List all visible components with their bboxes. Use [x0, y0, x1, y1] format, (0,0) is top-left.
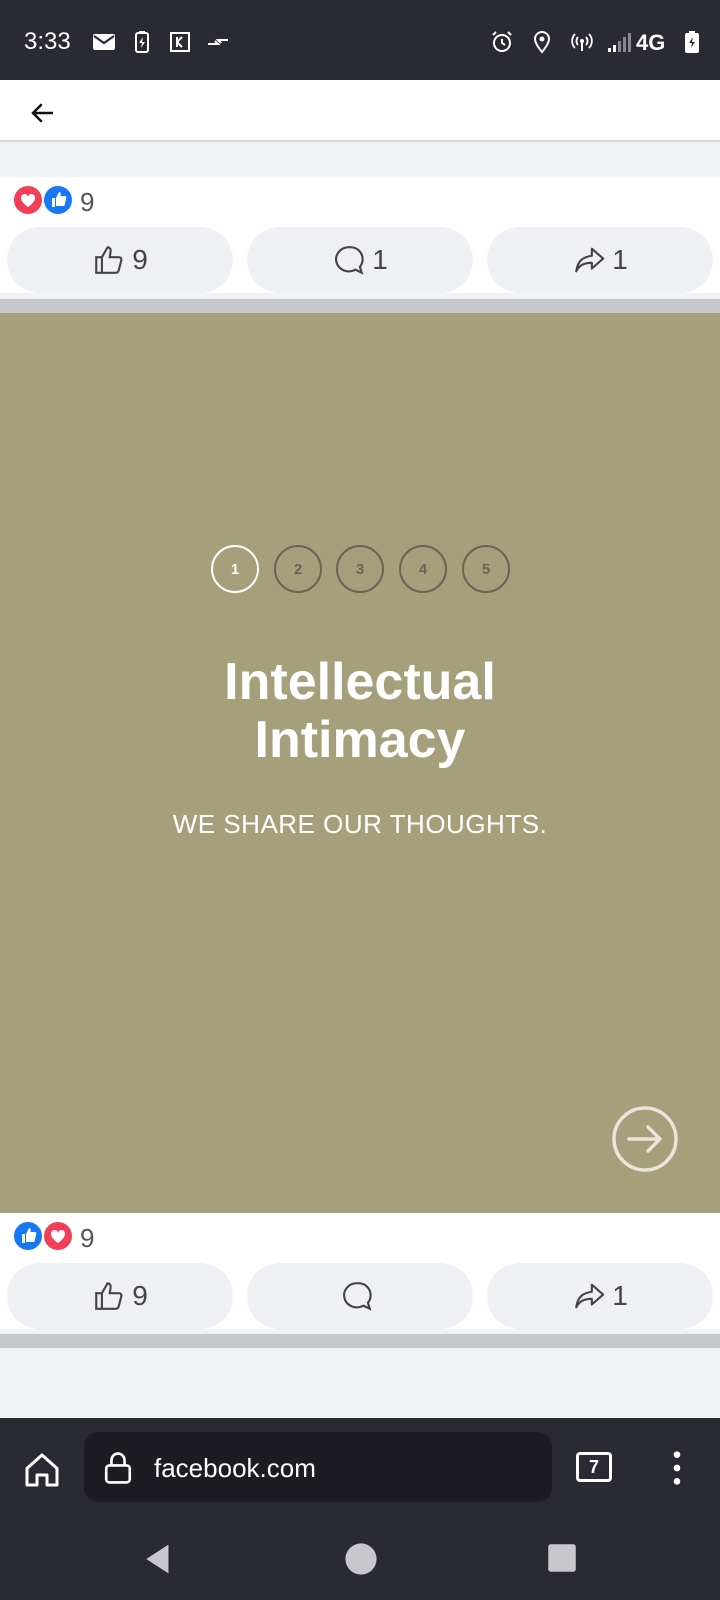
k-app-icon: [170, 32, 190, 52]
post1-like-button[interactable]: 9: [7, 227, 233, 293]
headline-line1: Intellectual: [224, 653, 496, 711]
post1-actions: 9 1 1: [0, 223, 720, 293]
post1-like-count: 9: [132, 244, 148, 275]
post2-share-button[interactable]: 1: [487, 1263, 713, 1329]
like-reaction-icon: [12, 1220, 44, 1252]
location-icon: [533, 30, 551, 54]
mail-icon: [93, 34, 115, 50]
tab-count: 7: [588, 1456, 599, 1477]
carousel-subtitle: WE SHARE OUR THOUGHTS.: [172, 809, 548, 839]
status-time: 3:33: [24, 28, 71, 55]
signal-icon: [608, 33, 631, 52]
nav-home-icon[interactable]: [344, 1542, 378, 1576]
nav-back-icon[interactable]: [142, 1542, 174, 1576]
carousel-step-5[interactable]: 5: [462, 545, 510, 593]
address-text: facebook.com: [154, 1453, 316, 1483]
system-nav-bar: [0, 1522, 720, 1600]
feed-gap: [0, 142, 720, 177]
post-divider: [0, 1334, 720, 1348]
post2-reaction-count: 9: [80, 1223, 95, 1253]
post2-like-button[interactable]: 9: [7, 1263, 233, 1329]
more-menu-icon[interactable]: [660, 1448, 694, 1488]
post1-reactions[interactable]: 9: [0, 177, 720, 227]
address-bar[interactable]: facebook.com: [84, 1432, 552, 1502]
carousel-step-1[interactable]: 1: [211, 545, 259, 593]
arrow-right-circle-icon[interactable]: [611, 1105, 679, 1173]
network-type: 4G: [636, 30, 666, 55]
post1-share-button[interactable]: 1: [487, 227, 713, 293]
carousel-step-4[interactable]: 4: [399, 545, 447, 593]
lock-icon: [104, 1452, 132, 1484]
carousel-card[interactable]: 1 2 3 4 5 Intellectual Intimacy WE SHARE…: [0, 313, 720, 1213]
comment-icon: [335, 246, 364, 275]
carousel-headline: Intellectual Intimacy: [0, 653, 720, 769]
hotspot-icon: [571, 33, 593, 51]
top-bar: [0, 80, 720, 142]
status-bar: 3:33 4G: [0, 0, 720, 80]
love-reaction-icon: [12, 184, 44, 216]
thumbs-up-icon: [95, 1282, 123, 1310]
tab-switcher-button[interactable]: 7: [576, 1452, 612, 1482]
love-reaction-icon: [42, 1220, 74, 1252]
thumbs-up-icon: [95, 246, 123, 274]
browser-toolbar: facebook.com 7: [0, 1418, 720, 1522]
feed-gap: [0, 1348, 720, 1418]
nav-recents-icon[interactable]: [547, 1543, 577, 1573]
post2-share-count: 1: [612, 1280, 628, 1311]
headline-line2: Intimacy: [254, 711, 466, 769]
post2-reactions[interactable]: 9: [0, 1213, 720, 1263]
share-icon: [575, 247, 605, 273]
post2-like-count: 9: [132, 1280, 148, 1311]
post1-comment-count: 1: [372, 244, 388, 275]
post2-actions: 9 1: [0, 1259, 720, 1329]
data-transfer-icon: [208, 39, 228, 45]
post1-reaction-count: 9: [80, 187, 95, 217]
post-divider: [0, 299, 720, 313]
post1-share-count: 1: [612, 244, 628, 275]
like-reaction-icon: [42, 184, 74, 216]
carousel-step-2[interactable]: 2: [274, 545, 322, 593]
alarm-icon: [492, 31, 512, 52]
post2-comment-button[interactable]: [247, 1263, 473, 1329]
share-icon: [575, 1283, 605, 1309]
battery-icon: [685, 31, 699, 53]
comment-icon: [343, 1282, 372, 1311]
battery-saver-icon: [135, 31, 149, 53]
arrow-left-icon[interactable]: [28, 98, 58, 128]
post1-comment-button[interactable]: 1: [247, 227, 473, 293]
home-icon[interactable]: [22, 1450, 62, 1490]
carousel-step-3[interactable]: 3: [336, 545, 384, 593]
